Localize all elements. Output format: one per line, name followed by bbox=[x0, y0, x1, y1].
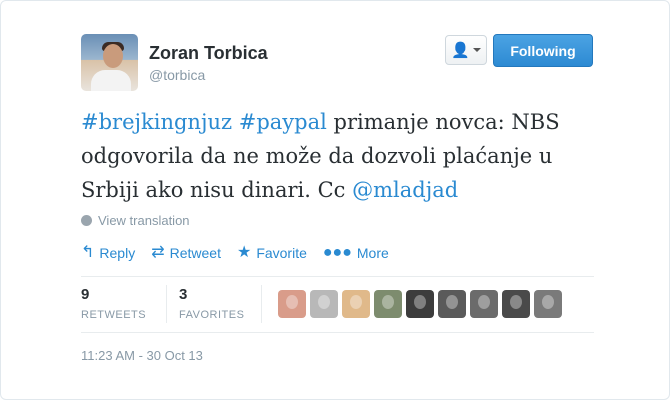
favoriter-avatar[interactable] bbox=[470, 290, 498, 318]
divider bbox=[81, 332, 594, 333]
hashtag-link[interactable]: #brejkingnjuz bbox=[81, 110, 232, 134]
more-dots-icon: ●●● bbox=[322, 244, 352, 261]
favoriter-avatar[interactable] bbox=[438, 290, 466, 318]
retweet-icon: ⇄ bbox=[151, 244, 165, 261]
retweets-stat[interactable]: 9 RETWEETS bbox=[81, 286, 146, 321]
favoriter-avatars bbox=[278, 290, 562, 318]
avatar-face bbox=[103, 44, 123, 68]
favoriter-avatar[interactable] bbox=[374, 290, 402, 318]
user-name[interactable]: Zoran Torbica bbox=[149, 43, 268, 64]
user-avatar[interactable] bbox=[81, 34, 138, 91]
favorites-stat[interactable]: 3 FAVORITES bbox=[179, 286, 244, 321]
view-translation-label: View translation bbox=[98, 213, 190, 228]
favorites-label: FAVORITES bbox=[179, 309, 245, 321]
user-handle[interactable]: @torbica bbox=[149, 67, 205, 83]
retweets-label: RETWEETS bbox=[81, 309, 147, 321]
divider bbox=[81, 276, 594, 277]
avatar-shirt bbox=[91, 70, 131, 91]
favoriter-avatar[interactable] bbox=[406, 290, 434, 318]
tweet-timestamp[interactable]: 11:23 AM - 30 Oct 13 bbox=[81, 348, 203, 363]
favoriter-avatar[interactable] bbox=[278, 290, 306, 318]
favoriter-avatar[interactable] bbox=[502, 290, 530, 318]
favoriter-avatar[interactable] bbox=[310, 290, 338, 318]
reply-icon: ↰ bbox=[81, 244, 95, 261]
favorites-count: 3 bbox=[179, 286, 188, 303]
reply-label: Reply bbox=[99, 245, 136, 261]
favorite-button[interactable]: ★ Favorite bbox=[236, 244, 307, 262]
view-translation[interactable]: View translation bbox=[81, 213, 190, 228]
caret-down-icon bbox=[472, 48, 481, 52]
tweet-text: #brejkingnjuz #paypal primanje novca: NB… bbox=[81, 105, 601, 207]
more-label: More bbox=[356, 245, 389, 261]
stat-separator bbox=[166, 285, 167, 323]
more-button[interactable]: ●●● More bbox=[322, 244, 389, 262]
mention-link[interactable]: @mladjad bbox=[352, 178, 458, 202]
reply-button[interactable]: ↰ Reply bbox=[81, 244, 136, 262]
user-actions-dropdown-button[interactable]: 👤 bbox=[445, 35, 487, 65]
following-button[interactable]: Following bbox=[493, 34, 593, 67]
stat-separator bbox=[261, 285, 262, 323]
retweets-count: 9 bbox=[81, 286, 90, 303]
retweet-button[interactable]: ⇄ Retweet bbox=[151, 244, 221, 262]
star-icon: ★ bbox=[236, 244, 252, 261]
favoriter-avatar[interactable] bbox=[342, 290, 370, 318]
favoriter-avatar[interactable] bbox=[534, 290, 562, 318]
tweet-card: Zoran Torbica @torbica 👤 Following #brej… bbox=[0, 0, 670, 400]
person-icon: 👤 bbox=[451, 41, 470, 59]
tweet-actions: ↰ Reply ⇄ Retweet ★ Favorite ●●● More bbox=[81, 241, 389, 265]
hashtag-link[interactable]: #paypal bbox=[239, 110, 327, 134]
globe-icon bbox=[81, 215, 92, 226]
favorite-label: Favorite bbox=[256, 245, 307, 261]
retweet-label: Retweet bbox=[169, 245, 221, 261]
